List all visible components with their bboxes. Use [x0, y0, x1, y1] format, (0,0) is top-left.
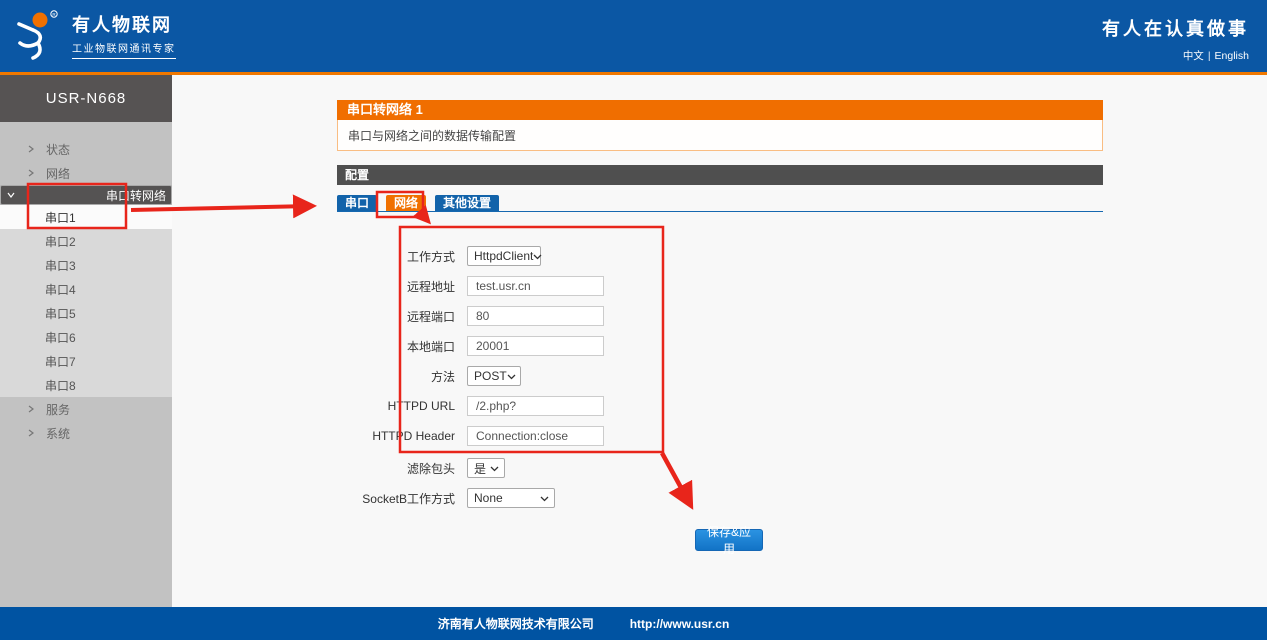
save-apply-button[interactable]: 保存&应用 [695, 529, 763, 551]
remote-port-label: 远程端口 [347, 308, 455, 325]
sidebar-item-port3[interactable]: 串口3 [0, 253, 172, 277]
chevron-right-icon [27, 145, 35, 153]
filter-header-select[interactable]: 是 [467, 458, 505, 478]
local-port-label: 本地端口 [347, 338, 455, 355]
select-chevron-icon [533, 249, 542, 263]
local-port-input[interactable] [467, 336, 604, 356]
work-mode-label: 工作方式 [347, 248, 455, 265]
remote-address-label: 远程地址 [347, 278, 455, 295]
sidebar-item-label: 网络 [46, 165, 70, 182]
top-header: R 有人物联网 工业物联网通讯专家 有人在认真做事 中文 | English [0, 0, 1267, 75]
sidebar-item-label: 服务 [46, 401, 70, 418]
socketb-mode-label: SocketB工作方式 [347, 490, 455, 507]
sidebar-item-port2[interactable]: 串口2 [0, 229, 172, 253]
page-footer: 济南有人物联网技术有限公司 http://www.usr.cn [0, 607, 1267, 640]
sidebar-item-serial2net[interactable]: 串口转网络 [0, 185, 172, 205]
sidebar-item-system[interactable]: 系统 [0, 421, 172, 445]
page-title: 串口转网络 1 [337, 100, 1103, 120]
footer-url[interactable]: http://www.usr.cn [630, 617, 730, 631]
work-mode-select[interactable]: HttpdClient [467, 246, 541, 266]
brand-tagline: 工业物联网通讯专家 [72, 40, 176, 59]
sidebar-item-label: 系统 [46, 425, 70, 442]
filter-header-value: 是 [474, 460, 486, 477]
sidebar-item-status[interactable]: 状态 [0, 137, 172, 161]
brand-name: 有人物联网 [72, 16, 176, 34]
sidebar-item-label: 状态 [46, 141, 70, 158]
chevron-right-icon [27, 405, 35, 413]
page-description: 串口与网络之间的数据传输配置 [337, 120, 1103, 151]
chevron-right-icon [27, 169, 35, 177]
remote-port-input[interactable] [467, 306, 604, 326]
sidebar-item-network[interactable]: 网络 [0, 161, 172, 185]
chevron-down-icon [7, 191, 15, 199]
sidebar-item-port5[interactable]: 串口5 [0, 301, 172, 325]
sidebar-item-port8[interactable]: 串口8 [0, 373, 172, 397]
filter-header-label: 滤除包头 [347, 460, 455, 477]
sidebar-item-port1[interactable]: 串口1 [0, 205, 172, 229]
httpd-url-input[interactable] [467, 396, 604, 416]
method-value: POST [474, 369, 507, 383]
sidebar-item-port6[interactable]: 串口6 [0, 325, 172, 349]
config-tabs: 串口 网络 其他设置 [337, 195, 499, 211]
lang-separator: | [1208, 50, 1211, 62]
remote-address-input[interactable] [467, 276, 604, 296]
brand-logo: R 有人物联网 工业物联网通讯专家 [14, 9, 176, 66]
select-chevron-icon [540, 491, 549, 505]
serial2net-submenu: 串口1 串口2 串口3 串口4 串口5 串口6 串口7 串口8 [0, 205, 172, 397]
chevron-right-icon [27, 429, 35, 437]
select-chevron-icon [490, 461, 499, 475]
sidebar: USR-N668 状态 网络 串口转网络 串口1 串口2 串口3 串口4 串口5… [0, 75, 172, 607]
header-slogan: 有人在认真做事 [1102, 15, 1249, 41]
work-mode-value: HttpdClient [474, 249, 533, 263]
network-config-form: 工作方式 HttpdClient 远程地址 远程端口 本地端口 方法 POST … [347, 241, 604, 513]
sidebar-item-label: 串口转网络 [106, 187, 166, 204]
tab-underline [337, 211, 1103, 212]
device-model-title: USR-N668 [0, 75, 172, 122]
lang-chinese-link[interactable]: 中文 [1183, 50, 1204, 62]
language-switcher: 中文 | English [1102, 48, 1249, 63]
usr-person-logo-icon: R [14, 9, 62, 66]
method-label: 方法 [347, 368, 455, 385]
sidebar-item-port7[interactable]: 串口7 [0, 349, 172, 373]
tab-serial[interactable]: 串口 [337, 195, 377, 211]
httpd-header-label: HTTPD Header [347, 429, 455, 443]
sidebar-item-port4[interactable]: 串口4 [0, 277, 172, 301]
httpd-url-label: HTTPD URL [347, 399, 455, 413]
sidebar-item-service[interactable]: 服务 [0, 397, 172, 421]
tab-network[interactable]: 网络 [386, 195, 426, 211]
socketb-mode-value: None [474, 491, 503, 505]
select-chevron-icon [507, 369, 516, 383]
tab-other-settings[interactable]: 其他设置 [435, 195, 499, 211]
socketb-mode-select[interactable]: None [467, 488, 555, 508]
method-select[interactable]: POST [467, 366, 521, 386]
lang-english-link[interactable]: English [1215, 50, 1249, 62]
httpd-header-input[interactable] [467, 426, 604, 446]
section-title: 配置 [337, 165, 1103, 185]
footer-company: 济南有人物联网技术有限公司 [438, 615, 594, 632]
